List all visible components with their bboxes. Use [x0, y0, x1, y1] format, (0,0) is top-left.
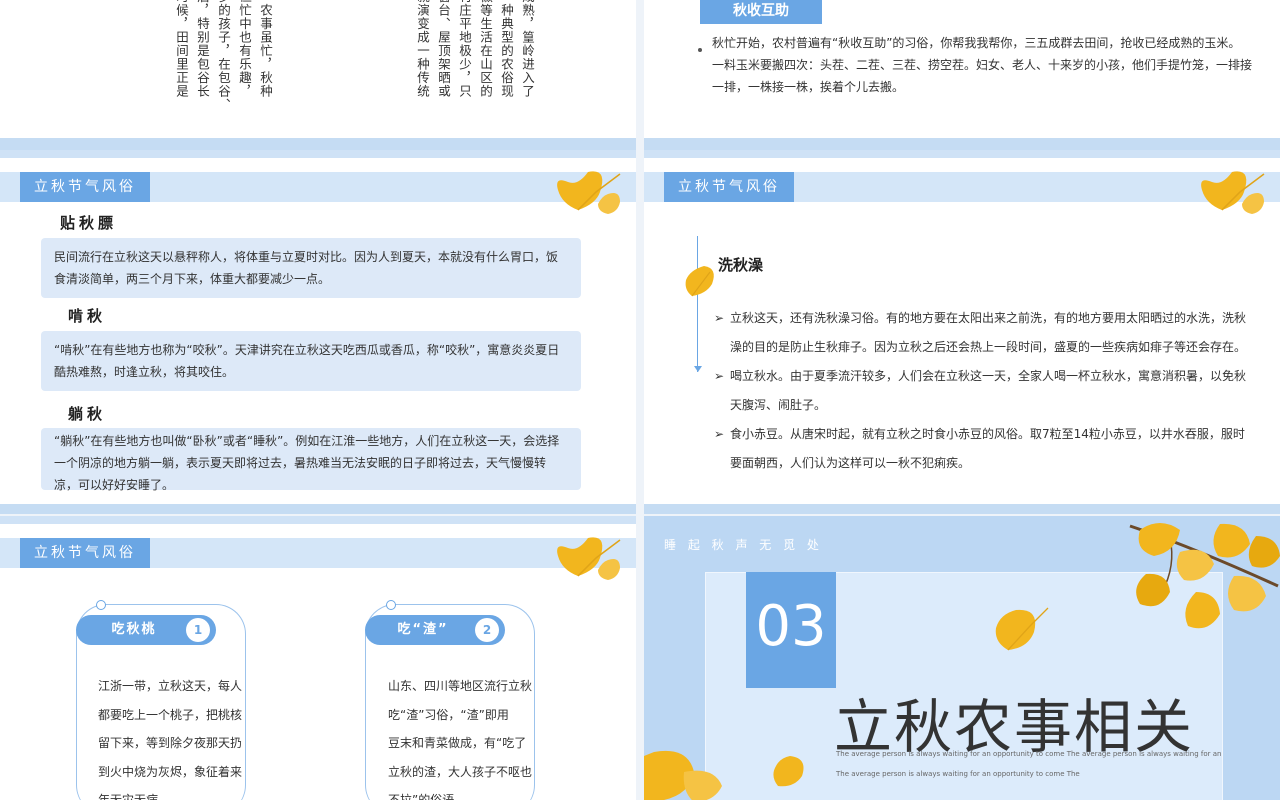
- timeline-line: [697, 236, 698, 372]
- ginkgo-branch-icon: [1129, 523, 1280, 629]
- custom-box-1: 民间流行在立秋这天以悬秤称人，将体重与立夏时对比。因为人到夏天，本就没有什么胃口…: [41, 238, 581, 298]
- ginkgo-leaf-icon: [995, 607, 1049, 651]
- slide-2: 秋收互助 秋忙开始，农村普遍有“秋收互助”的习俗，你帮我我帮你，三五成群去田间，…: [644, 0, 1280, 138]
- vertical-line: 村庄平地极少，只: [457, 0, 472, 98]
- section-tag: 秋收互助: [700, 0, 822, 24]
- vertical-line: 但忙中也有乐趣，: [237, 0, 252, 98]
- card-1-number: 1: [186, 618, 210, 642]
- custom-title-2: 啃秋: [68, 307, 107, 325]
- ginkgo-leaf-icon: [557, 537, 621, 580]
- card-2-text: 山东、四川等地区流行立秋 吃“渣”习俗，“渣”即用 豆末和青菜做成，有“吃了 立…: [388, 679, 533, 800]
- bullet-2: ➢ 喝立秋水。由于夏季流汗较多，人们会在立秋这一天，全家人喝一杯立秋水，寓意消积暑…: [714, 362, 1254, 420]
- slide-6: 睡 起 秋 声 无 觅 处 03 立秋农事相关 The average pers…: [644, 516, 1280, 800]
- ginkgo-leaf-icon: [557, 171, 621, 214]
- cover-english-1: The average person is always waiting for…: [836, 750, 1222, 758]
- cover-subtitle: 睡 起 秋 声 无 觅 处: [664, 538, 823, 552]
- ginkgo-leaf-icon: [685, 266, 714, 297]
- top-band: [0, 516, 636, 524]
- vertical-text-left: ，农事虽忙，秋种 但忙中也有乐趣， 岁的孩子，在包谷、 后，特别是包谷长 时候，…: [150, 0, 276, 138]
- section-tag: 立秋节气风俗: [664, 172, 794, 202]
- cover-english-2: The average person is always waiting for…: [836, 770, 1080, 778]
- vertical-line: 就演变成一种传统: [415, 0, 430, 98]
- ginkgo-leaf-icon: [1201, 171, 1265, 214]
- custom-title-3: 躺秋: [68, 405, 107, 423]
- ginkgo-leaf-icon: [773, 756, 804, 787]
- vertical-line: 徽等生活在山区的: [478, 0, 493, 98]
- arrow-bullet-icon: ➢: [714, 369, 725, 383]
- vertical-line: 成熟，篁岭进入了: [520, 0, 535, 98]
- slide-divider: [644, 504, 1280, 514]
- section-tag: 立秋节气风俗: [20, 538, 150, 568]
- arrow-bullet-icon: ➢: [714, 427, 725, 441]
- top-band: [0, 150, 636, 158]
- bullet-1: ➢ 立秋这天，还有洗秋澡习俗。有的地方要在太阳出来之前洗，有的地方要用太阳晒过的水…: [714, 304, 1254, 362]
- slide-divider: [0, 504, 636, 514]
- ginkgo-leaf-icon: [644, 750, 722, 800]
- slide-divider: [0, 138, 636, 150]
- slide-divider: [644, 138, 1280, 150]
- vertical-line: 岁的孩子，在包谷、: [216, 0, 231, 112]
- slide-1: ，农事虽忙，秋种 但忙中也有乐趣， 岁的孩子，在包谷、 后，特别是包谷长 时候，…: [0, 0, 636, 138]
- slide-3: 立秋节气风俗 贴秋膘 民间流行在立秋这天以悬秤称人，将体重与立夏时对比。因为人到…: [0, 150, 636, 504]
- bullet-dot: [698, 48, 702, 52]
- card-dot: [96, 600, 106, 610]
- harvest-text: 秋忙开始，农村普遍有“秋收互助”的习俗，你帮我我帮你，三五成群去田间，抢收已经成…: [712, 36, 1253, 94]
- card-2-number: 2: [475, 618, 499, 642]
- card-1-text: 江浙一带，立秋这天，每人 都要吃上一个桃子，把桃核 留下来，等到除夕夜那天扔 到…: [98, 679, 243, 800]
- vertical-line: 。: [153, 0, 168, 4]
- vertical-line: 后，特别是包谷长: [195, 0, 210, 98]
- vertical-line: 一种典型的农俗现: [499, 0, 514, 98]
- vertical-line: 时候，田间里正是: [174, 0, 189, 98]
- vertical-text-right: 成熟，篁岭进入了 一种典型的农俗现 徽等生活在山区的 村庄平地极少，只 窗台、屋…: [412, 0, 538, 138]
- arrow-bullet-icon: ➢: [714, 311, 725, 325]
- top-band: [644, 150, 1280, 158]
- custom-box-3: “躺秋”在有些地方也叫做“卧秋”或者“睡秋”。例如在江淮一些地方，人们在立秋这一…: [41, 428, 581, 492]
- custom-box-2: “啃秋”在有些地方也称为“咬秋”。天津讲究在立秋这天吃西瓜或香瓜，称“咬秋”，寓…: [41, 331, 581, 391]
- timeline-arrow-icon: [694, 366, 702, 372]
- bath-title: 洗秋澡: [718, 256, 764, 274]
- bullet-3: ➢ 食小赤豆。从唐宋时起，就有立秋之时食小赤豆的风俗。取7粒至14粒小赤豆，以井水…: [714, 420, 1254, 478]
- cover-number: 03: [755, 594, 827, 659]
- slide-4: 立秋节气风俗 洗秋澡 ➢ 立秋这天，还有洗秋澡习俗。有的地方要在太阳出来之前洗，有…: [644, 150, 1280, 504]
- custom-title-1: 贴秋膘: [60, 214, 118, 232]
- vertical-line: 窗台、屋顶架晒或: [436, 0, 451, 98]
- card-dot: [386, 600, 396, 610]
- vertical-line: ，农事虽忙，秋种: [258, 0, 273, 98]
- section-tag: 立秋节气风俗: [20, 172, 150, 202]
- slide-5: 立秋节气风俗 吃秋桃 1 江浙一带，立秋这天，每人 都要吃上一个桃子，把桃核 留…: [0, 516, 636, 800]
